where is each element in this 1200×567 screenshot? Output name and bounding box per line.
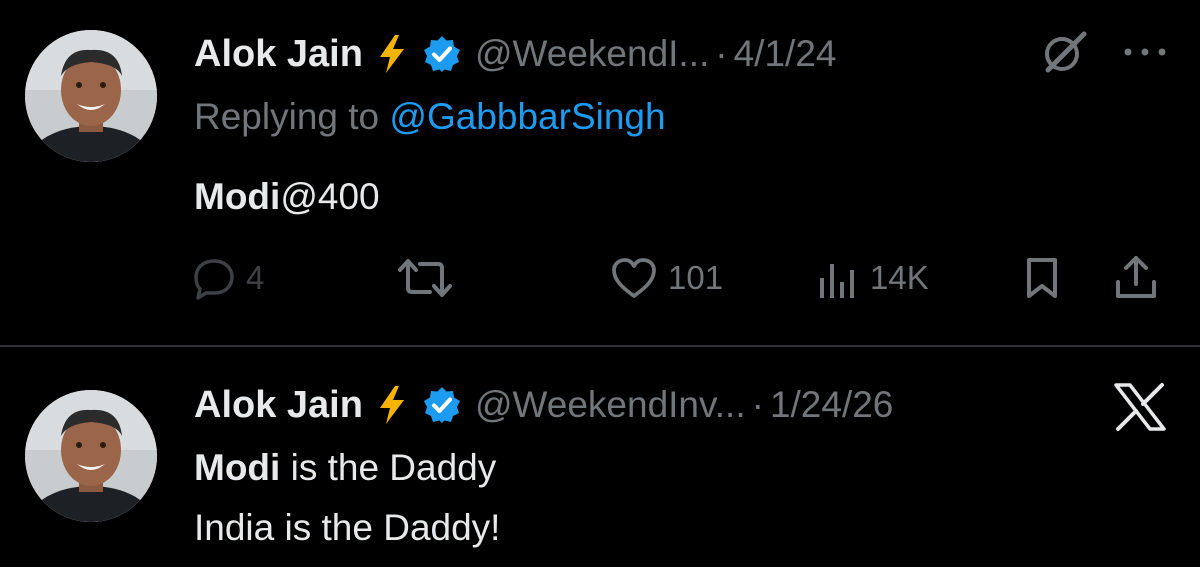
tweet-header: Alok Jain @WeekendI... · 4/1/24 [194, 24, 836, 84]
like-button[interactable]: 101 [610, 250, 723, 306]
replying-to: Replying to @GabbbarSingh [194, 96, 666, 138]
tweet-date[interactable]: 1/24/26 [770, 384, 893, 426]
views-icon [820, 264, 854, 298]
tweet-text-rest: @400 [280, 176, 380, 217]
tweet-text-bold: Modi [194, 176, 281, 217]
avatar[interactable] [25, 30, 157, 162]
author-handle[interactable]: @WeekendInv... [475, 384, 746, 426]
reply-button[interactable]: 4 [192, 250, 264, 306]
views-count: 14K [870, 259, 929, 296]
more-icon[interactable] [1120, 44, 1170, 60]
views-button[interactable]: 14K [818, 250, 929, 306]
verified-badge-icon [423, 386, 461, 424]
bookmark-button[interactable] [1024, 250, 1060, 306]
author-handle[interactable]: @WeekendI... [475, 33, 709, 75]
grok-icon[interactable] [1040, 28, 1088, 76]
separator-dot: · [751, 384, 764, 425]
tweet-header: Alok Jain @WeekendInv... · 1/24/26 [194, 380, 893, 430]
tweet-text-line-2: India is the Daddy! [194, 507, 501, 548]
author-name[interactable]: Alok Jain [194, 384, 363, 427]
tweet-text-bold: Modi [194, 447, 281, 488]
separator-dot: · [715, 33, 728, 74]
tweet-text-rest: is the Daddy [280, 447, 497, 488]
tweet-actions: 4 101 14K [0, 250, 1200, 310]
reply-icon [194, 259, 234, 300]
lightning-emoji [377, 35, 407, 73]
lightning-emoji [377, 386, 407, 424]
author-name[interactable]: Alok Jain [194, 33, 363, 76]
like-count: 101 [668, 259, 724, 296]
tweet-date[interactable]: 4/1/24 [734, 33, 837, 75]
reply-count: 4 [246, 259, 265, 296]
bookmark-icon [1027, 258, 1057, 298]
replying-to-label: Replying to [194, 96, 390, 137]
share-icon [1116, 256, 1156, 298]
retweet-icon [398, 259, 452, 297]
avatar[interactable] [25, 390, 157, 522]
tweet-text-line-1: Modi is the Daddy [194, 447, 496, 489]
tweet-text: Modi@400 [194, 176, 380, 218]
like-icon [612, 258, 656, 298]
reply-to-handle[interactable]: @GabbbarSingh [389, 96, 665, 137]
retweet-button[interactable] [396, 250, 454, 306]
share-button[interactable] [1114, 250, 1158, 306]
x-logo [1112, 382, 1168, 432]
verified-badge-icon [423, 35, 461, 73]
